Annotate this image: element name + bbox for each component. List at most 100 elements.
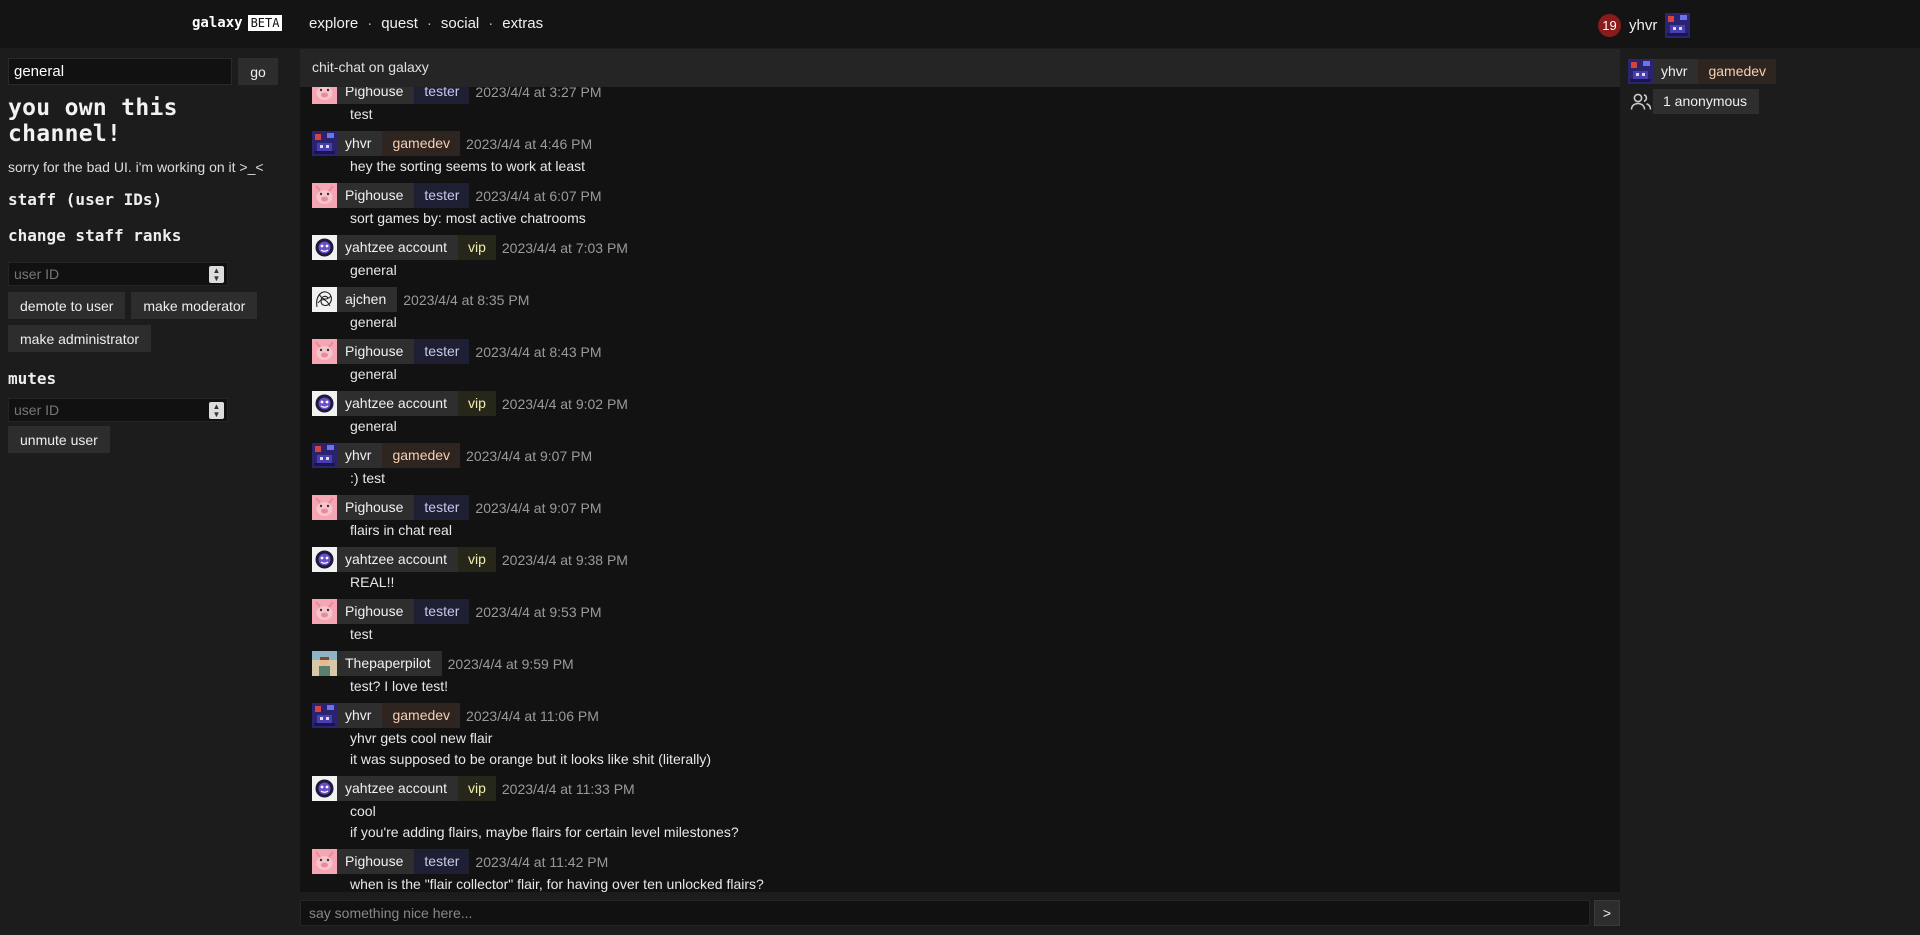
mute-user-id-input[interactable] [9,399,209,421]
message-author[interactable]: Thepaperpilot [337,651,442,676]
send-button[interactable]: > [1594,900,1620,926]
author-flair: gamedev [382,443,461,468]
staff-heading: staff (user IDs) [8,190,163,209]
message-header: Pighouse tester 2023/4/4 at 6:07 PM [312,183,1602,208]
demote-button[interactable]: demote to user [8,292,126,319]
message-author[interactable]: yahtzee account [337,776,458,801]
message-timestamp: 2023/4/4 at 3:27 PM [475,87,602,100]
number-spinner-icon[interactable]: ▲ ▼ [209,402,224,419]
message-text: hey the sorting seems to work at least [350,158,585,174]
mute-user-id-field[interactable]: ▲▼ [8,398,228,422]
notification-badge[interactable]: 19 [1598,14,1621,37]
message-text: test [350,626,373,642]
message-text: flairs in chat real [350,522,452,538]
avatar[interactable] [312,391,337,416]
channel-input[interactable] [8,58,232,85]
anonymous-count: 1 anonymous [1628,89,1776,114]
avatar[interactable] [312,651,337,676]
anonymous-label: 1 anonymous [1653,89,1760,114]
author-flair: tester [414,183,470,208]
message-author[interactable]: Pighouse [337,339,415,364]
user-avatar[interactable] [1665,13,1691,38]
message-timestamp: 2023/4/4 at 6:07 PM [475,187,602,204]
message-author[interactable]: yahtzee account [337,235,458,260]
avatar[interactable] [312,599,337,624]
message-author[interactable]: ajchen [337,287,398,312]
nav-extras[interactable]: extras [502,15,543,32]
message-header: yahtzee account vip 2023/4/4 at 9:02 PM [312,391,1602,416]
avatar[interactable] [312,131,337,156]
author-flair: vip [457,547,496,572]
author-flair: gamedev [382,703,461,728]
message-author[interactable]: yhvr [337,131,383,156]
avatar[interactable] [312,849,337,874]
make-administrator-button[interactable]: make administrator [8,325,152,352]
rank-user-id-field[interactable]: ▲▼ [8,262,228,286]
online-user-flair: gamedev [1698,59,1777,84]
message-text: it was supposed to be orange but it look… [350,751,712,767]
message-text: REAL!! [350,574,395,590]
message-author[interactable]: yhvr [337,443,383,468]
change-ranks-heading: change staff ranks [8,226,182,245]
chat-message: yhvr gamedev 2023/4/4 at 9:07 PM:) test [312,443,1602,489]
channel-switcher: go [8,58,290,85]
avatar[interactable] [312,547,337,572]
nav-social[interactable]: social [441,15,479,32]
message-author[interactable]: Pighouse [337,849,415,874]
user-menu[interactable]: 19 yhvr [1598,13,1691,38]
message-text: general [350,366,397,382]
nav-explore[interactable]: explore [309,15,358,32]
chat-message: yahtzee account vip 2023/4/4 at 7:03 PM gen… [312,235,1602,281]
avatar[interactable] [312,287,337,312]
avatar[interactable] [312,87,337,104]
mutes-heading: mutes [8,369,57,388]
chat-message: yhvr gamedev 2023/4/4 at 11:06 PM yhvr gets… [312,703,1602,770]
message-timestamp: 2023/4/4 at 9:02 PM [501,395,628,412]
avatar[interactable] [312,235,337,260]
nav-separator: · [488,15,494,32]
avatar[interactable] [312,703,337,728]
author-flair: vip [457,235,496,260]
nav-quest[interactable]: quest [381,15,418,32]
message-author[interactable]: Pighouse [337,183,415,208]
message-author[interactable]: Pighouse [337,87,415,104]
go-button[interactable]: go [238,58,278,85]
avatar[interactable] [312,495,337,520]
message-author[interactable]: Pighouse [337,599,415,624]
message-timestamp: 2023/4/4 at 11:42 PM [475,853,609,870]
message-header: yahtzee account vip 2023/4/4 at 11:33 PM [312,776,1602,801]
unmute-button[interactable]: unmute user [8,426,110,453]
message-text: if you're adding flairs, maybe flairs fo… [350,824,739,840]
message-text: yhvr gets cool new flair [350,730,493,746]
message-timestamp: 2023/4/4 at 9:38 PM [501,551,628,568]
message-author[interactable]: Pighouse [337,495,415,520]
avatar[interactable] [312,443,337,468]
avatar [1628,59,1653,84]
make-moderator-button[interactable]: make moderator [131,292,258,319]
avatar[interactable] [312,776,337,801]
avatar[interactable] [312,339,337,364]
chat-message: Pighouse tester 2023/4/4 at 9:07 PM flairs … [312,495,1602,541]
message-author[interactable]: yahtzee account [337,391,458,416]
brand-logo[interactable]: galaxy BETA [192,15,283,31]
chat-log[interactable]: Pighouse tester 2023/4/4 at 3:27 PM test yhv… [300,87,1620,892]
online-user-name[interactable]: yhvr [1653,59,1699,84]
author-flair: tester [414,849,470,874]
chat-message: Pighouse tester 2023/4/4 at 6:07 PM sort ga… [312,183,1602,229]
message-text: :) test [350,470,386,486]
message-timestamp: 2023/4/4 at 11:33 PM [501,780,635,797]
number-spinner-icon[interactable]: ▲ ▼ [209,266,224,283]
online-user[interactable]: yhvr gamedev [1628,59,1777,84]
author-flair: tester [414,87,470,104]
message-input[interactable] [300,900,1590,926]
message-timestamp: 2023/4/4 at 8:35 PM [403,291,530,308]
current-user-name[interactable]: yhvr [1629,17,1657,34]
message-author[interactable]: yahtzee account [337,547,458,572]
avatar[interactable] [312,183,337,208]
message-author[interactable]: yhvr [337,703,383,728]
top-bar: galaxy BETA explore · quest · social · e… [0,0,1920,48]
message-timestamp: 2023/4/4 at 9:07 PM [475,499,602,516]
chat-message: Pighouse tester 2023/4/4 at 11:42 PM when i… [312,849,1602,892]
chat-message: yahtzee account vip 2023/4/4 at 11:33 PM co… [312,776,1602,843]
rank-user-id-input[interactable] [9,263,209,285]
